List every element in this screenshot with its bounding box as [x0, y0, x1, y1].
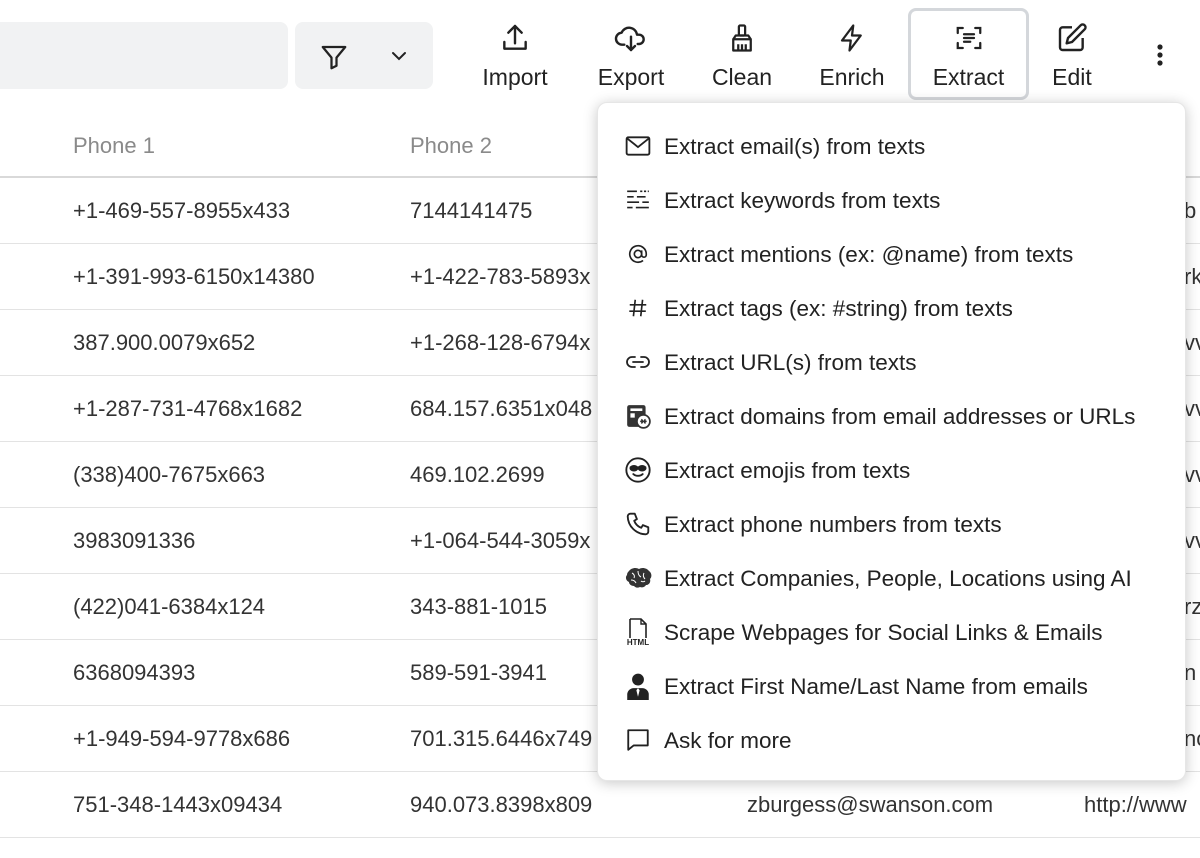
menu-item-extract-entities-ai[interactable]: Extract Companies, People, Locations usi…	[598, 552, 1187, 604]
menu-item-label: Extract First Name/Last Name from emails	[664, 674, 1088, 699]
cell-phone-2[interactable]: +1-422-783-5893x	[410, 264, 590, 290]
svg-text:HTML: HTML	[627, 638, 649, 647]
vertical-dots-icon	[1157, 44, 1163, 66]
menu-item-ask-for-more[interactable]: Ask for more	[598, 714, 1187, 766]
cell-phone-2[interactable]: 7144141475	[410, 198, 532, 224]
more-options-button[interactable]	[1146, 40, 1174, 72]
cell-phone-1[interactable]: (338)400-7675x663	[73, 462, 265, 488]
menu-item-label: Ask for more	[664, 728, 792, 753]
menu-item-label: Extract email(s) from texts	[664, 134, 926, 159]
cell-phone-1[interactable]: 751-348-1443x09434	[73, 792, 282, 818]
envelope-icon	[622, 130, 654, 162]
chat-bubble-icon	[622, 724, 654, 756]
menu-item-extract-emojis[interactable]: Extract emojis from texts	[598, 444, 1187, 496]
broom-icon	[727, 22, 757, 54]
cell-phone-2[interactable]: +1-064-544-3059x	[410, 528, 590, 554]
edit-label: Edit	[1052, 64, 1092, 90]
export-label: Export	[597, 64, 665, 90]
menu-item-label: Scrape Webpages for Social Links & Email…	[664, 620, 1103, 645]
menu-item-label: Extract phone numbers from texts	[664, 512, 1002, 537]
phone-icon	[622, 508, 654, 540]
person-icon	[622, 670, 654, 702]
extract-button[interactable]: Extract	[908, 8, 1029, 100]
keywords-icon	[622, 184, 654, 216]
cell-phone-1[interactable]: 6368094393	[73, 660, 195, 686]
menu-item-label: Extract tags (ex: #string) from texts	[664, 296, 1013, 321]
cell-phone-1[interactable]: +1-391-993-6150x14380	[73, 264, 315, 290]
cell-phone-2[interactable]: +1-268-128-6794x	[410, 330, 590, 356]
cell-url[interactable]: http://www	[1084, 792, 1187, 818]
enrich-label: Enrich	[819, 64, 885, 90]
menu-item-scrape-webpages[interactable]: HTML Scrape Webpages for Social Links & …	[598, 606, 1187, 658]
extract-label: Extract	[932, 64, 1005, 90]
domain-icon	[622, 400, 654, 432]
cell-phone-1[interactable]: +1-287-731-4768x1682	[73, 396, 302, 422]
hashtag-icon	[622, 292, 654, 324]
edit-icon	[1056, 22, 1088, 54]
import-label: Import	[482, 64, 548, 90]
link-icon	[622, 346, 654, 378]
table-row[interactable]: 751-348-1443x09434 940.073.8398x809 zbur…	[0, 772, 1200, 838]
menu-item-extract-phone-numbers[interactable]: Extract phone numbers from texts	[598, 498, 1187, 550]
html-file-icon: HTML	[622, 616, 654, 648]
menu-item-label: Extract URL(s) from texts	[664, 350, 917, 375]
menu-item-extract-domains[interactable]: Extract domains from email addresses or …	[598, 390, 1187, 442]
import-button[interactable]: Import	[470, 8, 560, 100]
cell-email[interactable]: zburgess@swanson.com	[747, 792, 993, 818]
cell-phone-2[interactable]: 684.157.6351x048	[410, 396, 592, 422]
cell-phone-1[interactable]: (422)041-6384x124	[73, 594, 265, 620]
menu-item-label: Extract mentions (ex: @name) from texts	[664, 242, 1074, 267]
cell-phone-1[interactable]: +1-469-557-8955x433	[73, 198, 290, 224]
export-button[interactable]: Export	[588, 8, 674, 100]
at-icon	[622, 238, 654, 270]
menu-item-label: Extract emojis from texts	[664, 458, 911, 483]
menu-item-extract-emails[interactable]: Extract email(s) from texts	[598, 120, 1187, 172]
extract-scan-icon	[954, 22, 984, 54]
cell-phone-1[interactable]: 3983091336	[73, 528, 195, 554]
cell-phone-1[interactable]: +1-949-594-9778x686	[73, 726, 290, 752]
menu-item-extract-keywords[interactable]: Extract keywords from texts	[598, 174, 1187, 226]
cloud-download-icon	[613, 22, 649, 54]
menu-item-extract-urls[interactable]: Extract URL(s) from texts	[598, 336, 1187, 388]
clean-button[interactable]: Clean	[700, 8, 784, 100]
filter-button[interactable]	[295, 22, 433, 89]
upload-icon	[499, 22, 531, 54]
cell-phone-2[interactable]: 589-591-3941	[410, 660, 547, 686]
edit-button[interactable]: Edit	[1040, 8, 1104, 100]
cell-phone-2[interactable]: 940.073.8398x809	[410, 792, 592, 818]
menu-item-extract-mentions[interactable]: Extract mentions (ex: @name) from texts	[598, 228, 1187, 280]
enrich-button[interactable]: Enrich	[808, 8, 896, 100]
lightning-icon	[837, 22, 867, 54]
menu-item-label: Extract Companies, People, Locations usi…	[664, 566, 1132, 591]
cell-phone-2[interactable]: 469.102.2699	[410, 462, 545, 488]
search-input[interactable]	[0, 22, 288, 89]
cell-phone-2[interactable]: 701.315.6446x749	[410, 726, 592, 752]
chevron-down-icon	[387, 42, 411, 75]
menu-item-label: Extract keywords from texts	[664, 188, 941, 213]
column-header-phone-1[interactable]: Phone 1	[73, 133, 155, 159]
menu-item-extract-names[interactable]: Extract First Name/Last Name from emails	[598, 660, 1187, 712]
cell-phone-2[interactable]: 343-881-1015	[410, 594, 547, 620]
clean-label: Clean	[711, 64, 773, 90]
brain-icon	[622, 562, 654, 594]
menu-item-label: Extract domains from email addresses or …	[664, 404, 1136, 429]
extract-dropdown-menu: Extract email(s) from texts Extract keyw…	[597, 102, 1186, 781]
column-header-phone-2[interactable]: Phone 2	[410, 133, 492, 159]
cell-phone-1[interactable]: 387.900.0079x652	[73, 330, 255, 356]
emoji-icon	[622, 454, 654, 486]
menu-item-extract-tags[interactable]: Extract tags (ex: #string) from texts	[598, 282, 1187, 334]
filter-icon	[319, 42, 349, 77]
